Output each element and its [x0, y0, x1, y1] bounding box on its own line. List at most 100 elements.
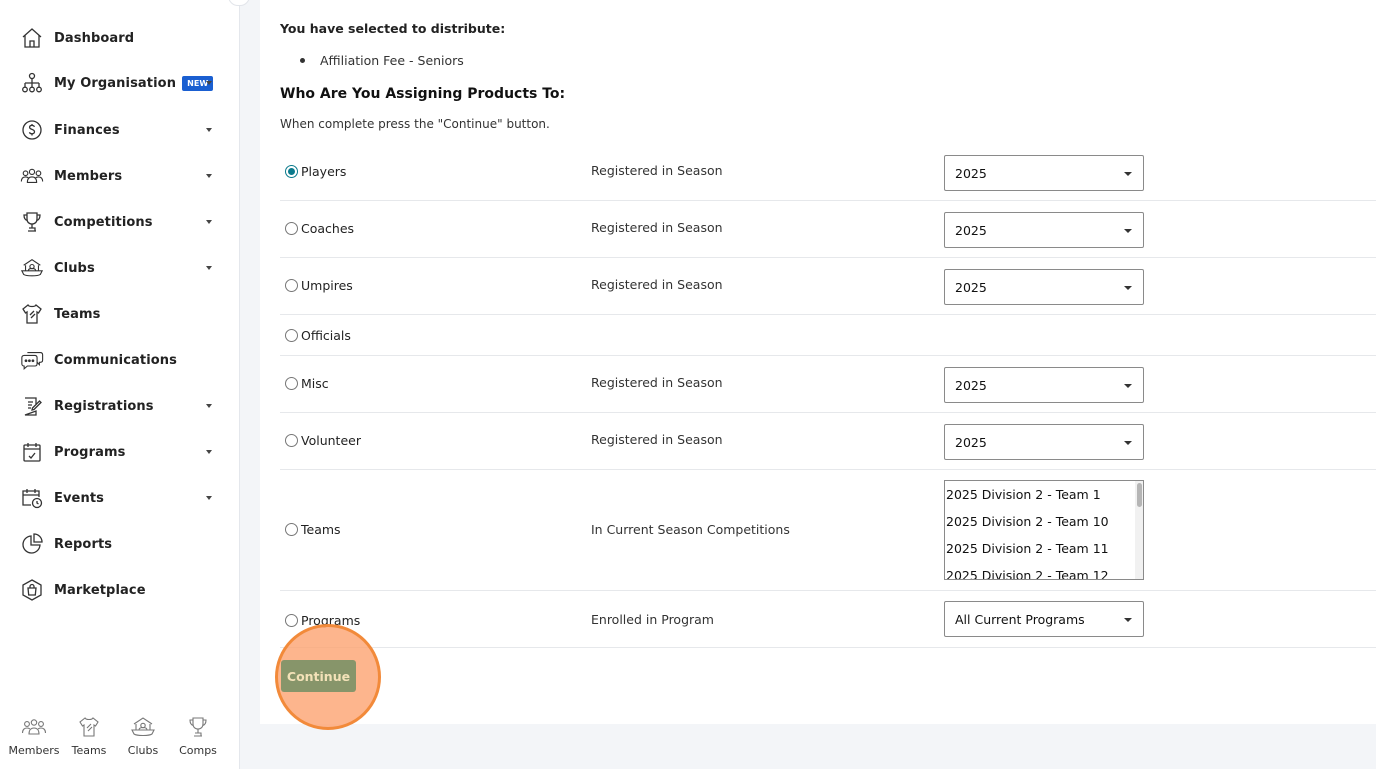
- option-label: Volunteer: [301, 433, 361, 448]
- radio-misc[interactable]: Misc: [285, 376, 329, 391]
- quick-nav-teams[interactable]: Teams: [63, 712, 115, 757]
- clubhouse-icon: [117, 712, 169, 738]
- option-label: Coaches: [301, 221, 355, 236]
- select-value: All Current Programs: [955, 611, 1085, 627]
- sidebar-item-label: Events: [54, 490, 104, 506]
- radio-button[interactable]: [285, 377, 298, 390]
- radio-button[interactable]: [285, 329, 298, 342]
- option-label: Officials: [301, 328, 351, 343]
- trophy-icon: [172, 712, 224, 738]
- season-select-umpires[interactable]: 2025: [944, 269, 1144, 305]
- assign-row-umpires: Umpires Registered in Season 2025: [280, 258, 1376, 315]
- radio-umpires[interactable]: Umpires: [285, 278, 353, 293]
- shopping-bag-icon: [19, 577, 45, 603]
- list-item[interactable]: 2025 Division 2 - Team 1: [945, 481, 1143, 508]
- sidebar-item-programs[interactable]: Programs: [0, 432, 240, 472]
- jersey-icon: [19, 301, 45, 327]
- select-value: 2025: [955, 222, 987, 238]
- org-chart-icon: [19, 70, 45, 96]
- chevron-down-icon: [206, 220, 212, 224]
- sidebar-item-reports[interactable]: Reports: [0, 524, 240, 564]
- selected-product-item: Affiliation Fee - Seniors: [300, 53, 464, 68]
- sidebar-item-label: Dashboard: [54, 30, 135, 46]
- assign-row-coaches: Coaches Registered in Season 2025: [280, 201, 1376, 258]
- sidebar-item-marketplace[interactable]: Marketplace: [0, 570, 240, 610]
- radio-button[interactable]: [285, 523, 298, 536]
- list-item[interactable]: 2025 Division 2 - Team 11: [945, 535, 1143, 562]
- assign-row-misc: Misc Registered in Season 2025: [280, 356, 1376, 413]
- selected-products-list: Affiliation Fee - Seniors: [300, 53, 464, 68]
- chevron-down-icon: [206, 404, 212, 408]
- quick-nav-clubs[interactable]: Clubs: [117, 712, 169, 757]
- chevron-down-icon: [206, 496, 212, 500]
- instruction-text: When complete press the "Continue" butto…: [280, 117, 550, 131]
- criteria-label: Registered in Season: [591, 163, 723, 178]
- quick-nav: Members Teams Clubs Comps: [0, 712, 240, 769]
- radio-button[interactable]: [285, 222, 298, 235]
- radio-button[interactable]: [285, 434, 298, 447]
- sidebar-item-registrations[interactable]: Registrations: [0, 386, 240, 426]
- radio-button[interactable]: [285, 614, 298, 627]
- sidebar-item-label: Reports: [54, 536, 113, 552]
- chevron-down-icon: [206, 174, 212, 178]
- selected-products-title: You have selected to distribute:: [280, 21, 506, 36]
- assign-row-officials: Officials: [280, 315, 1376, 356]
- continue-button[interactable]: Continue: [281, 660, 356, 692]
- quick-nav-comps[interactable]: Comps: [172, 712, 224, 757]
- season-select-volunteer[interactable]: 2025: [944, 424, 1144, 460]
- sidebar-item-finances[interactable]: Finances: [0, 110, 240, 150]
- assign-row-teams: Teams In Current Season Competitions 202…: [280, 470, 1376, 591]
- sidebar-item-label: Finances: [54, 122, 120, 138]
- chevron-down-icon: [206, 128, 212, 132]
- quick-nav-label: Teams: [71, 744, 107, 757]
- clipboard-icon: [19, 393, 45, 419]
- assign-section-title: Who Are You Assigning Products To:: [280, 86, 566, 102]
- calendar-icon: [19, 439, 45, 465]
- quick-nav-members[interactable]: Members: [8, 712, 60, 757]
- program-select[interactable]: All Current Programs: [944, 601, 1144, 637]
- radio-officials[interactable]: Officials: [285, 328, 351, 343]
- sidebar-item-my-organisation[interactable]: My Organisation NEW: [0, 63, 240, 103]
- radio-button[interactable]: [285, 279, 298, 292]
- season-select-players[interactable]: 2025: [944, 155, 1144, 191]
- sidebar-item-label: Members: [54, 168, 123, 184]
- list-item[interactable]: 2025 Division 2 - Team 12: [945, 562, 1143, 579]
- sidebar-item-label: Registrations: [54, 398, 154, 414]
- select-value: 2025: [955, 434, 987, 450]
- radio-button[interactable]: [285, 165, 298, 178]
- criteria-label: Registered in Season: [591, 220, 723, 235]
- radio-volunteer[interactable]: Volunteer: [285, 433, 361, 448]
- criteria-label: Registered in Season: [591, 277, 723, 292]
- select-value: 2025: [955, 279, 987, 295]
- sidebar-item-dashboard[interactable]: Dashboard: [0, 18, 240, 58]
- quick-nav-label: Clubs: [127, 744, 159, 757]
- sidebar-item-communications[interactable]: Communications: [0, 340, 240, 380]
- season-select-coaches[interactable]: 2025: [944, 212, 1144, 248]
- list-item[interactable]: 2025 Division 2 - Team 10: [945, 508, 1143, 535]
- sidebar-item-label: Clubs: [54, 260, 95, 276]
- sidebar-item-competitions[interactable]: Competitions: [0, 202, 240, 242]
- sidebar-collapse-toggle[interactable]: [228, 0, 250, 6]
- listbox-scrollbar[interactable]: [1135, 481, 1143, 579]
- sidebar-item-events[interactable]: Events: [0, 478, 240, 518]
- teams-listbox[interactable]: 2025 Division 2 - Team 1 2025 Division 2…: [944, 480, 1144, 580]
- radio-teams[interactable]: Teams: [285, 522, 341, 537]
- assign-row-players: Players Registered in Season 2025: [280, 144, 1376, 201]
- sidebar-item-clubs[interactable]: Clubs: [0, 248, 240, 288]
- calendar-clock-icon: [19, 485, 45, 511]
- radio-coaches[interactable]: Coaches: [285, 221, 354, 236]
- dollar-icon: [19, 117, 45, 143]
- sidebar-item-label: Communications: [54, 352, 178, 368]
- members-icon: [8, 712, 60, 738]
- select-value: 2025: [955, 377, 987, 393]
- season-select-misc[interactable]: 2025: [944, 367, 1144, 403]
- option-label: Players: [301, 164, 347, 179]
- scrollbar-thumb[interactable]: [1137, 483, 1142, 507]
- sidebar-item-label: Teams: [54, 306, 101, 322]
- radio-players[interactable]: Players: [285, 164, 346, 179]
- sidebar-item-teams[interactable]: Teams: [0, 294, 240, 334]
- option-label: Misc: [301, 376, 329, 391]
- option-label: Umpires: [301, 278, 353, 293]
- criteria-label: Registered in Season: [591, 432, 723, 447]
- sidebar-item-members[interactable]: Members: [0, 156, 240, 196]
